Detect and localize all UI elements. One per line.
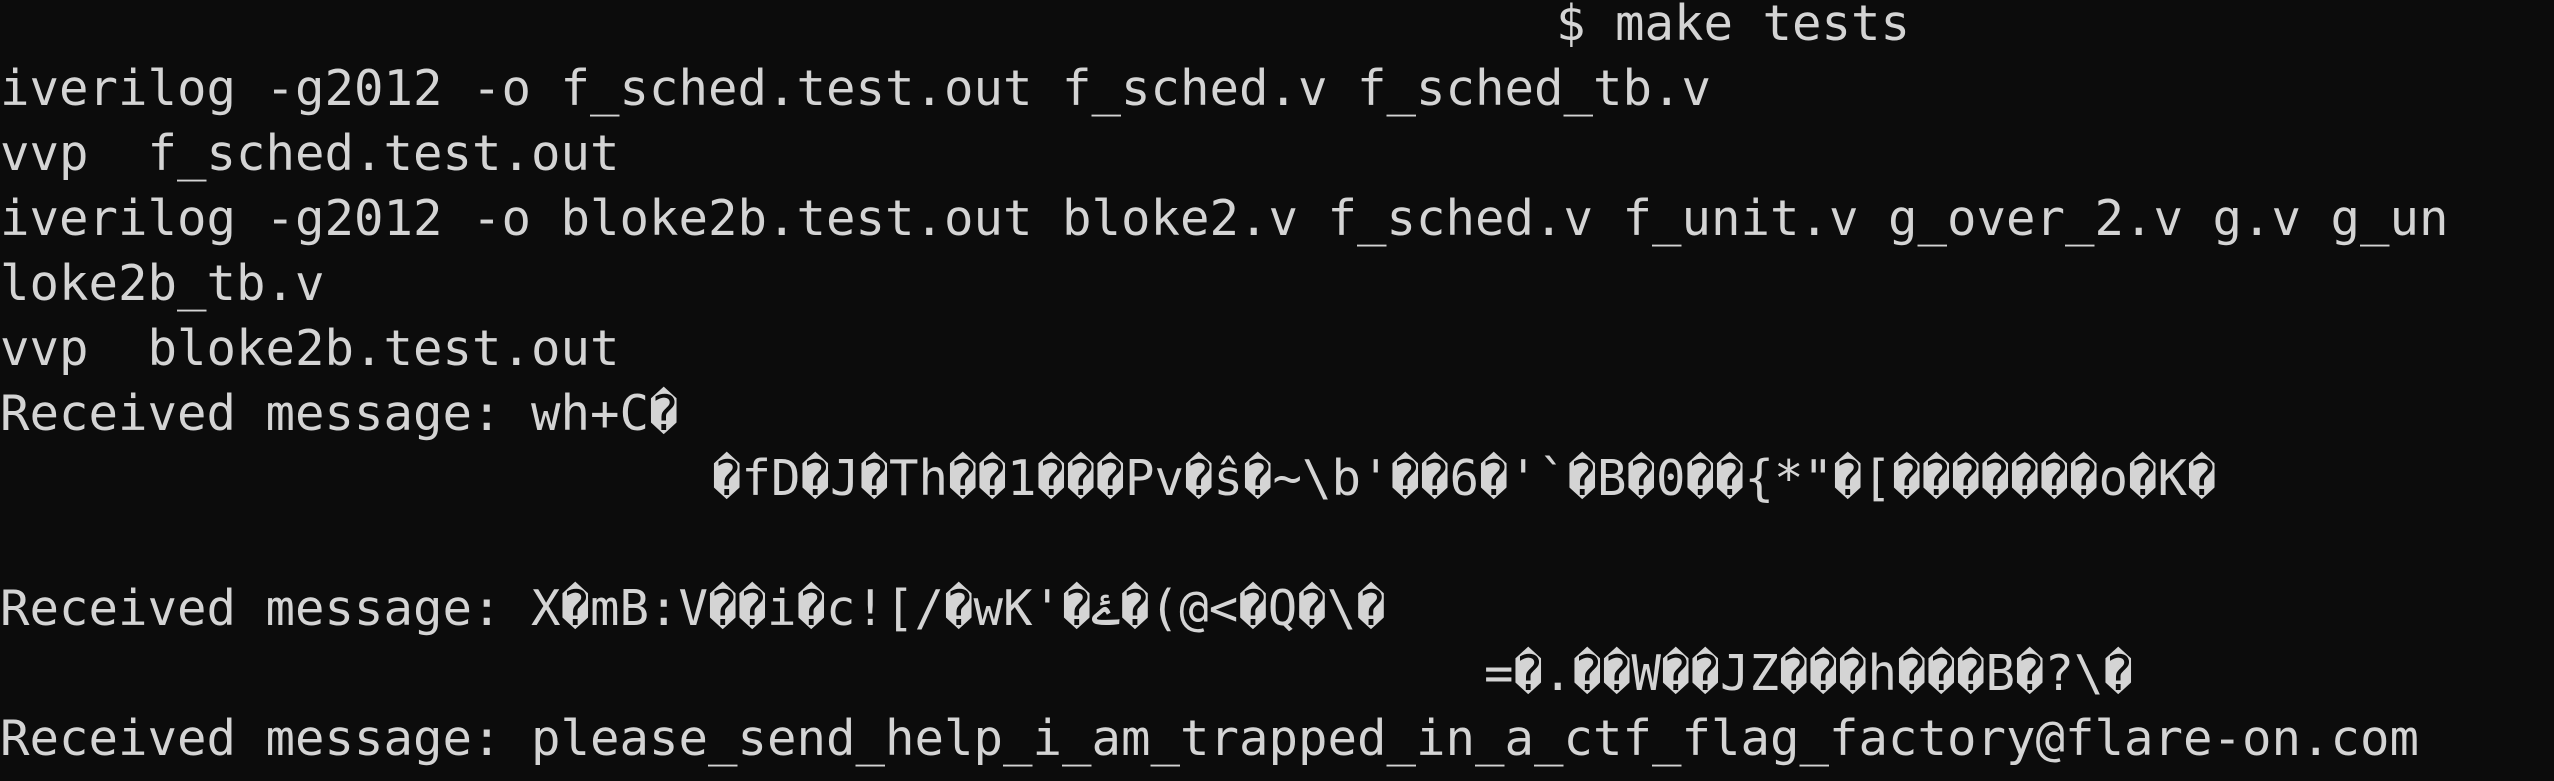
- terminal-output-line: �fD�J�Th��1���Pv�ŝ�~\b'��6�'`�B�0��{*"�[…: [712, 450, 2217, 507]
- terminal-output-line: =�.��W��JZ���h���B�?\�: [1484, 645, 2134, 702]
- terminal-prompt-line: $ make tests: [1556, 0, 1911, 52]
- terminal-output-line: Received message: wh+C�: [0, 385, 679, 442]
- terminal-output-line: vvp bloke2b.test.out: [0, 320, 620, 377]
- terminal-window[interactable]: $ make tests iverilog -g2012 -o f_sched.…: [0, 0, 2554, 781]
- terminal-output-line: vvp f_sched.test.out: [0, 125, 620, 182]
- terminal-output-line: Received message: X�mB:V��i�c![/�wK'�ۓ�(…: [0, 580, 1386, 637]
- terminal-output-line: loke2b_tb.v: [0, 255, 325, 312]
- terminal-output-line: Received message: please_send_help_i_am_…: [0, 710, 2420, 767]
- terminal-output-line: iverilog -g2012 -o f_sched.test.out f_sc…: [0, 60, 1712, 117]
- terminal-output-line: iverilog -g2012 -o bloke2b.test.out blok…: [0, 190, 2449, 247]
